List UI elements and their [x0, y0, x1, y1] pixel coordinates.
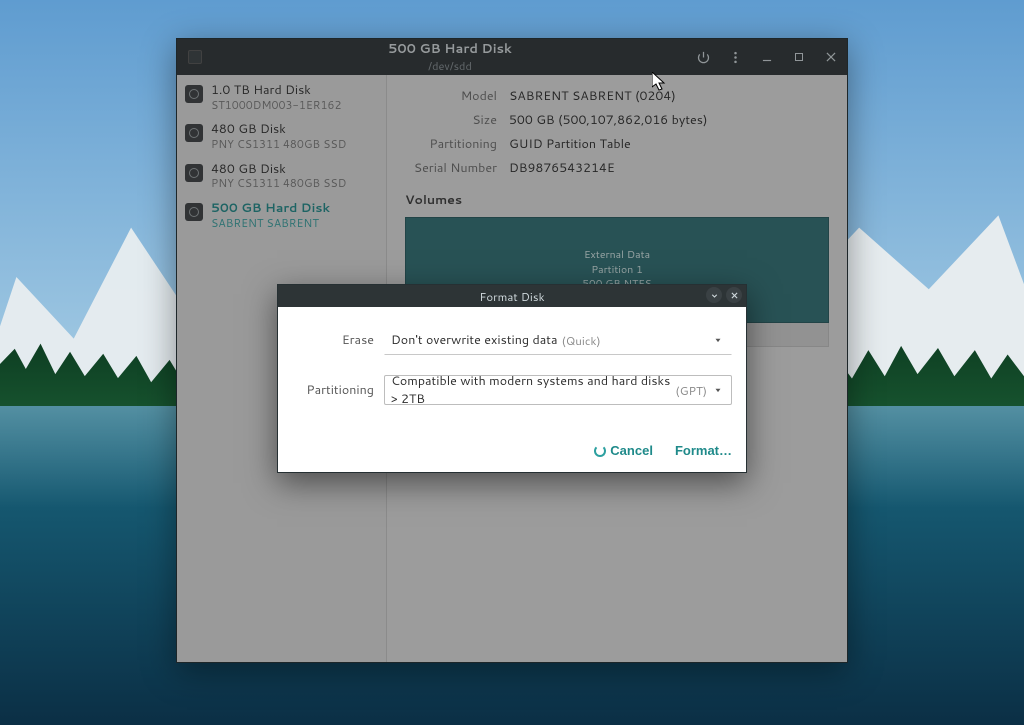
partitioning-value: Compatible with modern systems and hard … [391, 372, 671, 408]
partitioning-combobox[interactable]: Compatible with modern systems and hard … [384, 375, 732, 405]
label-model: Model [405, 87, 497, 105]
dialog-collapse-button[interactable] [706, 287, 722, 303]
label-serial: Serial Number [405, 159, 497, 177]
device-model: SABRENT SABRENT [211, 217, 330, 231]
window-subtitle: /dev/sdd [213, 58, 687, 74]
erase-value: Don't overwrite existing data [391, 331, 558, 349]
window-title: 500 GB Hard Disk [213, 40, 687, 58]
device-item-selected[interactable]: 500 GB Hard Disk SABRENT SABRENT [177, 197, 386, 236]
harddisk-icon [185, 203, 203, 221]
label-partitioning: Partitioning [405, 135, 497, 153]
device-model: ST1000DM003-1ER162 [211, 99, 341, 113]
cancel-label: Cancel [610, 443, 653, 458]
device-item[interactable]: 480 GB Disk PNY CS1311 480GB SSD [177, 118, 386, 157]
format-button[interactable]: Format… [675, 443, 732, 458]
minimize-button[interactable] [751, 39, 783, 75]
menu-button[interactable] [719, 39, 751, 75]
titlebar[interactable]: 500 GB Hard Disk /dev/sdd [177, 39, 847, 75]
device-model: PNY CS1311 480GB SSD [211, 177, 346, 191]
harddisk-icon [185, 164, 203, 182]
harddisk-icon [185, 124, 203, 142]
dialog-close-button[interactable] [726, 287, 742, 303]
chevron-down-icon [713, 385, 723, 395]
erase-combobox[interactable]: Don't overwrite existing data (Quick) [384, 325, 732, 355]
chevron-down-icon [713, 335, 723, 345]
partitioning-label: Partitioning [292, 381, 374, 399]
value-partitioning: GUID Partition Table [509, 135, 833, 153]
maximize-button[interactable] [783, 39, 815, 75]
cancel-button[interactable]: Cancel [594, 443, 653, 458]
power-button[interactable] [687, 39, 719, 75]
volume-name: External Data [582, 248, 651, 263]
erase-hint: (Quick) [562, 332, 601, 349]
format-label: Format… [675, 443, 732, 458]
harddisk-icon [185, 85, 203, 103]
volume-partition: Partition 1 [582, 263, 651, 278]
value-size: 500 GB (500,107,862,016 bytes) [509, 111, 833, 129]
partitioning-hint: (GPT) [675, 382, 707, 399]
label-size: Size [405, 111, 497, 129]
device-item[interactable]: 1.0 TB Hard Disk ST1000DM003-1ER162 [177, 79, 386, 118]
dialog-titlebar[interactable]: Format Disk [278, 285, 746, 307]
volumes-heading: Volumes [405, 191, 833, 209]
close-button[interactable] [815, 39, 847, 75]
format-disk-dialog: Format Disk Erase Don't overwrite existi… [277, 284, 747, 473]
spinner-icon [594, 445, 606, 457]
erase-label: Erase [292, 331, 374, 349]
value-model: SABRENT SABRENT (0204) [509, 87, 833, 105]
drive-icon [188, 50, 202, 64]
device-model: PNY CS1311 480GB SSD [211, 138, 346, 152]
dialog-title: Format Disk [479, 288, 544, 305]
value-serial: DB9876543214E [509, 159, 833, 177]
device-item[interactable]: 480 GB Disk PNY CS1311 480GB SSD [177, 158, 386, 197]
